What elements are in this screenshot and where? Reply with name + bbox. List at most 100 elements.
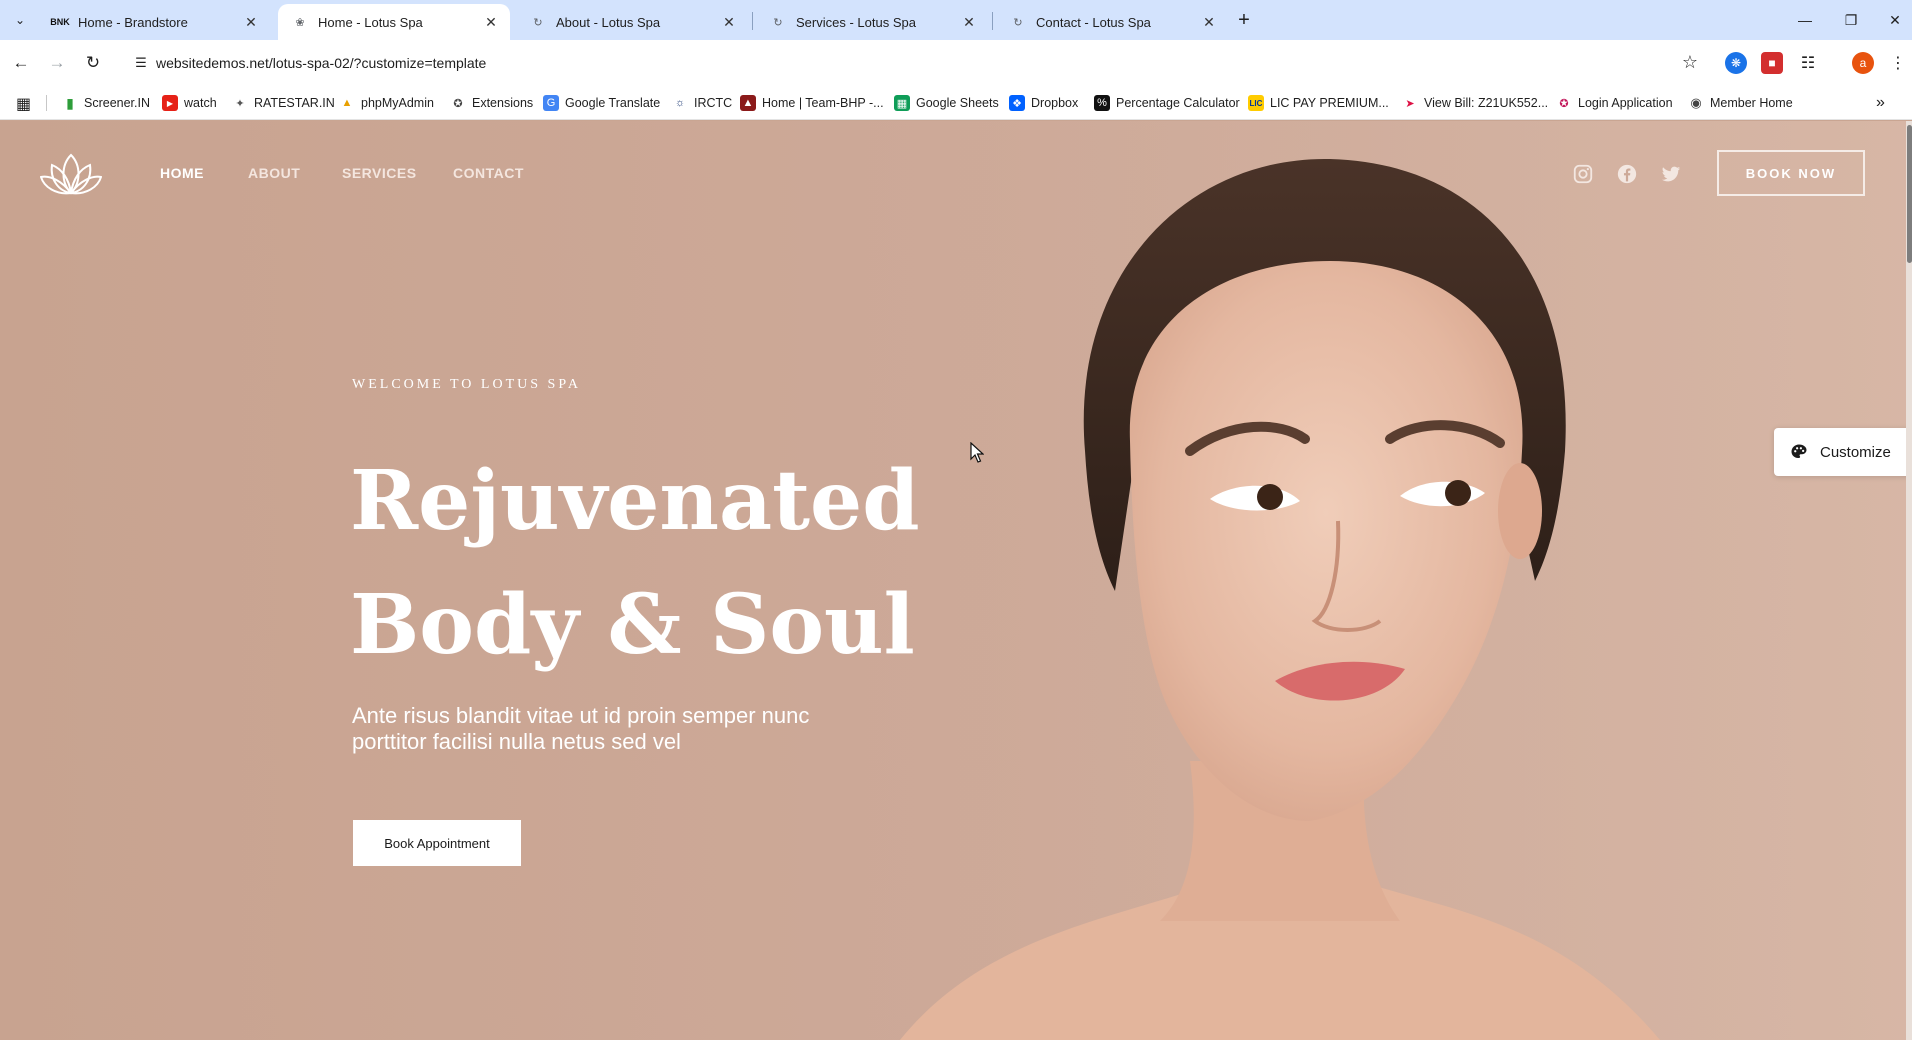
teambhp-icon: ▲ bbox=[740, 95, 756, 111]
instagram-icon[interactable] bbox=[1572, 163, 1594, 185]
bookmark-label: RATESTAR.IN bbox=[254, 96, 335, 110]
close-icon[interactable]: ✕ bbox=[1200, 13, 1218, 31]
bookmark-label: Percentage Calculator bbox=[1116, 96, 1240, 110]
bookmark-label: Home | Team-BHP -... bbox=[762, 96, 884, 110]
bookmark-label: Google Sheets bbox=[916, 96, 999, 110]
tab-lotus-contact[interactable]: ↻ Contact - Lotus Spa ✕ bbox=[996, 4, 1228, 40]
bookmark-percentage-calculator[interactable]: % Percentage Calculator bbox=[1094, 94, 1240, 112]
book-appointment-button[interactable]: Book Appointment bbox=[353, 820, 521, 866]
nav-services[interactable]: SERVICES bbox=[342, 165, 417, 181]
close-icon[interactable]: ✕ bbox=[482, 13, 500, 31]
customize-label: Customize bbox=[1820, 443, 1891, 461]
welcome-eyebrow: WELCOME TO LOTUS SPA bbox=[352, 377, 581, 392]
bookmark-google-sheets[interactable]: ▦ Google Sheets bbox=[894, 94, 999, 112]
lotus-spa-page: HOME ABOUT SERVICES CONTACT BOOK NOW WEL… bbox=[0, 121, 1912, 1040]
tab-search-icon[interactable]: ⌄ bbox=[8, 8, 32, 32]
bookmark-google-translate[interactable]: G Google Translate bbox=[543, 94, 660, 112]
more-bookmarks-icon[interactable]: » bbox=[1876, 94, 1885, 112]
puzzle-icon: ✪ bbox=[453, 97, 463, 110]
bookmark-label: LIC PAY PREMIUM... bbox=[1270, 96, 1389, 110]
browser-toolbar: ← → ↻ ☰ websitedemos.net/lotus-spa-02/?c… bbox=[0, 40, 1912, 86]
loading-icon: ↻ bbox=[533, 16, 543, 29]
bookmark-label: Google Translate bbox=[565, 96, 661, 110]
customize-button[interactable]: Customize bbox=[1774, 428, 1912, 476]
close-icon[interactable]: ✕ bbox=[242, 13, 260, 31]
bookmarks-bar: ▦ ▮ Screener.IN ▶ watch ✦ RATESTAR.IN ▲ … bbox=[0, 86, 1912, 120]
tab-title: Home - Brandstore bbox=[78, 14, 188, 30]
brandstore-icon: BNK bbox=[50, 17, 70, 27]
twitter-icon[interactable] bbox=[1660, 163, 1682, 185]
tab-lotus-about[interactable]: ↻ About - Lotus Spa ✕ bbox=[516, 4, 748, 40]
hero-woman-image bbox=[860, 121, 1912, 1040]
window-close-icon[interactable]: ✕ bbox=[1872, 0, 1912, 40]
nav-contact[interactable]: CONTACT bbox=[453, 165, 524, 181]
tab-separator bbox=[992, 12, 993, 30]
tab-title: About - Lotus Spa bbox=[556, 14, 661, 30]
tab-separator bbox=[752, 12, 753, 30]
tab-lotus-services[interactable]: ↻ Services - Lotus Spa ✕ bbox=[756, 4, 988, 40]
bookmark-label: IRCTC bbox=[694, 96, 733, 110]
browser-menu-icon[interactable]: ⋮ bbox=[1890, 52, 1906, 74]
hero-title-line-1: Rejuvenated bbox=[350, 453, 920, 549]
minimize-icon[interactable]: — bbox=[1782, 0, 1828, 40]
extensions-puzzle-icon[interactable]: ☷ bbox=[1797, 52, 1819, 74]
login-icon: ✪ bbox=[1559, 97, 1569, 110]
loading-icon: ↻ bbox=[773, 16, 783, 29]
bookmark-phpmyadmin[interactable]: ▲ phpMyAdmin bbox=[339, 94, 434, 112]
bookmark-label: View Bill: Z21UK552... bbox=[1424, 96, 1549, 110]
irctc-icon: ☼ bbox=[674, 97, 686, 109]
restore-icon[interactable]: ❐ bbox=[1828, 0, 1874, 40]
lotus-icon: ❀ bbox=[295, 16, 305, 29]
back-icon[interactable]: ← bbox=[8, 50, 34, 76]
extension-globe-icon[interactable]: ❋ bbox=[1725, 52, 1747, 74]
bookmark-lic[interactable]: LIC LIC PAY PREMIUM... bbox=[1248, 94, 1389, 112]
tab-brandstore[interactable]: BNK Home - Brandstore ✕ bbox=[38, 4, 270, 40]
bookmark-extensions[interactable]: ✪ Extensions bbox=[450, 94, 533, 112]
book-now-button[interactable]: BOOK NOW bbox=[1717, 150, 1865, 196]
lotus-logo-icon[interactable] bbox=[40, 153, 102, 197]
shield-extension-icon[interactable]: ■ bbox=[1761, 52, 1783, 74]
percent-icon: % bbox=[1094, 95, 1110, 111]
globe-icon: ◉ bbox=[1690, 95, 1702, 110]
youtube-icon: ▶ bbox=[162, 95, 178, 111]
bookmark-screener[interactable]: ▮ Screener.IN bbox=[62, 94, 150, 112]
mouse-cursor-icon bbox=[970, 442, 984, 463]
bookmark-separator bbox=[46, 95, 47, 111]
nav-home[interactable]: HOME bbox=[160, 165, 204, 181]
bookmark-view-bill[interactable]: ➤ View Bill: Z21UK552... bbox=[1402, 94, 1548, 112]
close-icon[interactable]: ✕ bbox=[960, 13, 978, 31]
bookmark-ratestar[interactable]: ✦ RATESTAR.IN bbox=[232, 94, 335, 112]
palette-icon bbox=[1791, 444, 1807, 458]
page-scrollbar-thumb[interactable] bbox=[1907, 125, 1912, 263]
bookmark-label: Member Home bbox=[1710, 96, 1793, 110]
bookmark-dropbox[interactable]: ❖ Dropbox bbox=[1009, 94, 1078, 112]
bookmark-team-bhp[interactable]: ▲ Home | Team-BHP -... bbox=[740, 94, 884, 112]
site-info-icon[interactable]: ☰ bbox=[132, 54, 150, 72]
facebook-icon[interactable] bbox=[1616, 163, 1638, 185]
reload-icon[interactable]: ↻ bbox=[80, 50, 106, 76]
dropbox-icon: ❖ bbox=[1009, 95, 1025, 111]
close-icon[interactable]: ✕ bbox=[720, 13, 738, 31]
bookmark-login-application[interactable]: ✪ Login Application bbox=[1556, 94, 1672, 112]
tab-title: Contact - Lotus Spa bbox=[1036, 14, 1151, 30]
bookmark-watch[interactable]: ▶ watch bbox=[162, 94, 217, 112]
bill-icon: ➤ bbox=[1405, 97, 1415, 110]
bookmark-label: Screener.IN bbox=[84, 96, 151, 110]
bookmark-irctc[interactable]: ☼ IRCTC bbox=[672, 94, 732, 112]
profile-avatar[interactable]: a bbox=[1852, 52, 1874, 74]
bar-chart-icon: ▮ bbox=[66, 94, 74, 111]
bookmark-label: phpMyAdmin bbox=[361, 96, 434, 110]
tab-lotus-home[interactable]: ❀ Home - Lotus Spa ✕ bbox=[278, 4, 510, 40]
forward-icon[interactable]: → bbox=[44, 50, 70, 76]
address-bar[interactable]: ☰ websitedemos.net/lotus-spa-02/?customi… bbox=[122, 46, 1708, 80]
translate-icon: G bbox=[543, 95, 559, 111]
bookmark-star-icon[interactable]: ☆ bbox=[1682, 52, 1698, 73]
sheets-icon: ▦ bbox=[894, 95, 910, 111]
bookmark-member-home[interactable]: ◉ Member Home bbox=[1688, 94, 1793, 112]
apps-grid-icon[interactable]: ▦ bbox=[16, 94, 31, 114]
hero-title: Rejuvenated Body & Soul bbox=[350, 439, 920, 687]
url-text[interactable]: websitedemos.net/lotus-spa-02/?customize… bbox=[156, 55, 486, 71]
tab-title: Home - Lotus Spa bbox=[318, 14, 423, 30]
new-tab-icon[interactable]: + bbox=[1232, 8, 1256, 32]
nav-about[interactable]: ABOUT bbox=[248, 165, 300, 181]
